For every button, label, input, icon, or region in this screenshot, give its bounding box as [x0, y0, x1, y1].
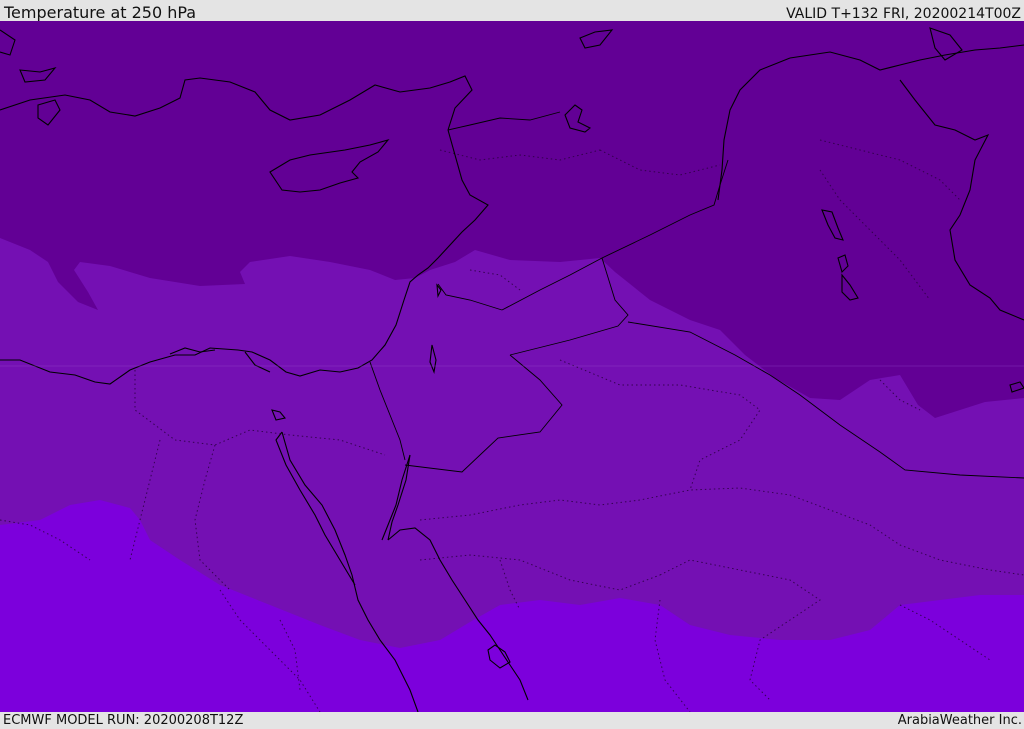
- model-run-label: ECMWF MODEL RUN: 20200208T12Z: [3, 713, 244, 728]
- map-title: Temperature at 250 hPa: [4, 3, 197, 22]
- map-header: Temperature at 250 hPa VALID T+132 FRI, …: [0, 0, 1024, 22]
- map-svg: [0, 21, 1024, 712]
- valid-time: VALID T+132 FRI, 20200214T00Z: [786, 6, 1021, 22]
- map-footer: ECMWF MODEL RUN: 20200208T12Z ArabiaWeat…: [0, 712, 1024, 729]
- temperature-map: [0, 21, 1024, 712]
- credit-label: ArabiaWeather Inc.: [897, 713, 1022, 728]
